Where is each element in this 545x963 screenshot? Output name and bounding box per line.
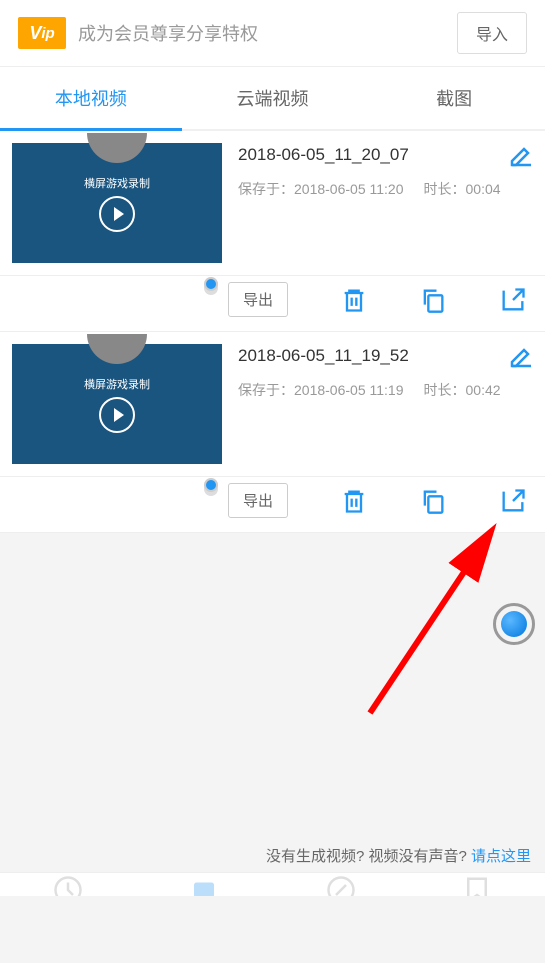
video-item: 横屏游戏录制 2018-06-05_11_20_07 保存于：2018-06-0… (0, 131, 545, 332)
trash-icon[interactable] (340, 286, 368, 314)
copy-icon[interactable] (419, 487, 447, 515)
tab-cloud-video[interactable]: 云端视频 (182, 67, 364, 129)
export-button[interactable]: 导出 (228, 483, 288, 518)
share-icon[interactable] (499, 286, 527, 314)
nav-icon[interactable] (326, 875, 356, 896)
thumb-label: 横屏游戏录制 (84, 175, 150, 191)
nav-icon[interactable] (189, 875, 219, 896)
annotation-arrow-icon (350, 523, 510, 723)
play-icon (99, 397, 135, 433)
help-link[interactable]: 请点这里 (471, 848, 531, 865)
edit-icon[interactable] (509, 143, 533, 167)
header-subtitle: 成为会员尊享分享特权 (78, 20, 457, 46)
play-icon (99, 196, 135, 232)
recording-indicator-icon (204, 277, 218, 291)
recording-indicator-icon (204, 478, 218, 492)
video-title: 2018-06-05_11_19_52 (238, 346, 409, 366)
copy-icon[interactable] (419, 286, 447, 314)
duration: 时长：00:42 (424, 380, 501, 400)
import-button[interactable]: 导入 (457, 12, 527, 54)
share-icon[interactable] (499, 487, 527, 515)
bottom-nav (0, 872, 545, 896)
record-button[interactable] (493, 603, 535, 645)
saved-at: 保存于：2018-06-05 11:20 (238, 179, 404, 199)
tab-local-video[interactable]: 本地视频 (0, 67, 182, 129)
video-item: 横屏游戏录制 2018-06-05_11_19_52 保存于：2018-06-0… (0, 332, 545, 533)
saved-at: 保存于：2018-06-05 11:19 (238, 380, 404, 400)
duration: 时长：00:04 (424, 179, 501, 199)
video-list: 横屏游戏录制 2018-06-05_11_20_07 保存于：2018-06-0… (0, 131, 545, 533)
video-thumbnail[interactable]: 横屏游戏录制 (12, 143, 222, 263)
video-title: 2018-06-05_11_20_07 (238, 145, 409, 165)
footer-help: 没有生成视频? 视频没有声音? 请点这里 (266, 845, 531, 866)
vip-badge[interactable]: Vip (18, 17, 66, 49)
export-button[interactable]: 导出 (228, 282, 288, 317)
trash-icon[interactable] (340, 487, 368, 515)
edit-icon[interactable] (509, 344, 533, 368)
empty-area (0, 533, 545, 963)
header: Vip 成为会员尊享分享特权 导入 (0, 0, 545, 67)
tabs: 本地视频 云端视频 截图 (0, 67, 545, 131)
tab-screenshot[interactable]: 截图 (363, 67, 545, 129)
thumb-label: 横屏游戏录制 (84, 376, 150, 392)
record-icon (501, 611, 527, 637)
video-thumbnail[interactable]: 横屏游戏录制 (12, 344, 222, 464)
nav-icon[interactable] (53, 875, 83, 896)
nav-icon[interactable] (462, 875, 492, 896)
